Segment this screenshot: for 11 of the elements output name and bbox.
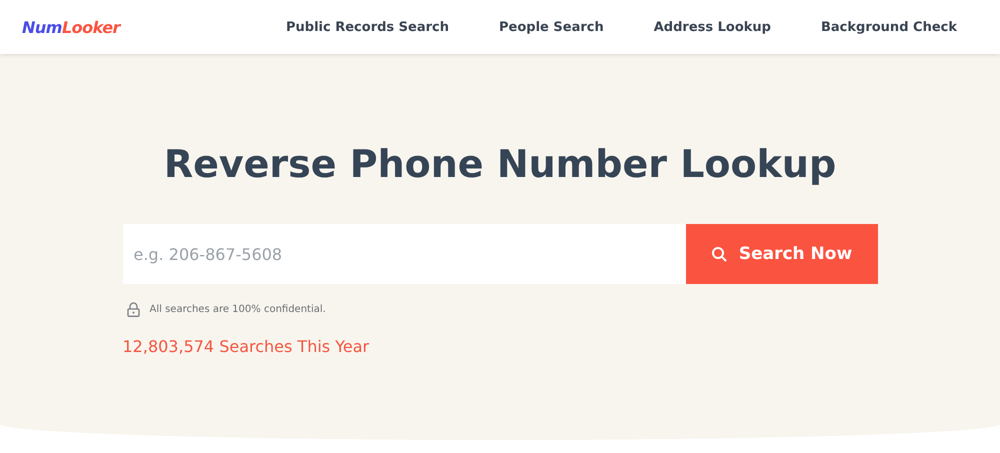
logo[interactable]: NumLooker bbox=[22, 18, 120, 36]
confidential-note: All searches are 100% confidential. bbox=[150, 304, 326, 315]
phone-input-field[interactable]: e.g. 206-867-5608 bbox=[122, 224, 686, 284]
nav-link[interactable]: People Search bbox=[499, 20, 604, 34]
nav-link[interactable]: Address Lookup bbox=[654, 20, 771, 34]
page-title: Reverse Phone Number Lookup bbox=[164, 142, 836, 186]
search-count: 12,803,574 Searches This Year bbox=[122, 337, 370, 356]
search-icon bbox=[710, 246, 727, 262]
nav-link[interactable]: Background Check bbox=[821, 20, 957, 34]
nav-link[interactable]: Public Records Search bbox=[286, 20, 450, 34]
lock-icon bbox=[126, 302, 140, 317]
